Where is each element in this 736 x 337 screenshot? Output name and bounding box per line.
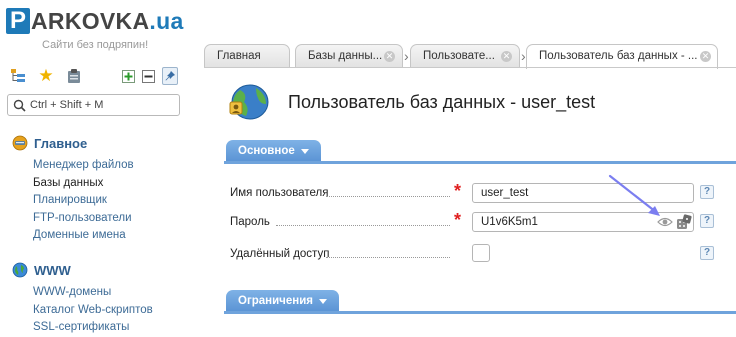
section-divider	[224, 161, 736, 164]
nav-group-main: Главное Менеджер файлов Базы данных План…	[12, 134, 134, 245]
dotted-leader	[326, 196, 450, 197]
section-title: Ограничения	[238, 295, 313, 307]
remote-access-label: Удалённый доступ	[230, 248, 330, 260]
clipboard-icon[interactable]	[66, 68, 82, 84]
form-row-remote-access: Удалённый доступ ?	[230, 244, 724, 264]
page-title: Пользователь баз данных - user_test	[288, 91, 596, 112]
tab-label: Базы данны...	[308, 50, 383, 62]
sidebar-item-www-domains[interactable]: WWW-домены	[33, 284, 153, 302]
tab-label: Пользователь баз данных - ...	[539, 50, 698, 62]
sidebar-item-file-manager[interactable]: Менеджер файлов	[33, 157, 134, 175]
collapse-all-icon[interactable]	[140, 68, 156, 84]
password-label: Пароль	[230, 216, 270, 228]
search-icon	[13, 99, 26, 112]
tab-label: Главная	[217, 50, 261, 62]
sidebar-toolbar: ★	[10, 67, 188, 86]
sidebar-item-databases[interactable]: Базы данных	[33, 175, 134, 193]
tab-bar-divider	[204, 67, 736, 68]
home-group-icon	[12, 135, 28, 151]
tab-bar: Главная Базы данны... ✕ › Пользовате... …	[204, 44, 736, 69]
favorites-star-icon[interactable]: ★	[38, 67, 54, 84]
nav-group-title: WWW	[34, 262, 71, 278]
tree-view-icon[interactable]	[10, 68, 26, 84]
expand-all-icon[interactable]	[120, 68, 136, 84]
nav-group-header-www[interactable]: WWW	[12, 261, 153, 279]
logo-slogan: Сайти без подряпин!	[42, 39, 149, 51]
dotted-leader	[276, 225, 450, 226]
section-toggle-main[interactable]: Основное	[226, 140, 321, 162]
help-icon[interactable]: ?	[700, 185, 714, 199]
search-input[interactable]	[30, 97, 176, 113]
chevron-down-icon	[318, 298, 327, 304]
nav-group-header-main[interactable]: Главное	[12, 134, 134, 152]
main-panel: Главная Базы данны... ✕ › Пользовате... …	[204, 0, 736, 332]
menu-search	[7, 94, 180, 116]
globe-icon	[12, 262, 28, 278]
sidebar-item-web-scripts[interactable]: Каталог Web-скриптов	[33, 302, 153, 320]
help-icon[interactable]: ?	[700, 214, 714, 228]
tab-label: Пользовате...	[423, 50, 495, 62]
logo-tld: ua	[156, 8, 184, 34]
sidebar-item-ftp-users[interactable]: FTP-пользователи	[33, 210, 134, 228]
sidebar: P ARKOVKA.ua Сайти без подряпин! ★ Ctrl …	[0, 0, 204, 333]
section-toggle-limits[interactable]: Ограничения	[226, 290, 339, 312]
sidebar-item-scheduler[interactable]: Планировщик	[33, 192, 134, 210]
required-mark: *	[454, 181, 462, 201]
logo-name-main: ARKOVKA	[31, 8, 150, 34]
nav-list-www: WWW-домены Каталог Web-скриптов SSL-серт…	[33, 284, 153, 337]
sidebar-item-domains[interactable]: Доменные имена	[33, 227, 134, 245]
help-icon[interactable]: ?	[700, 246, 714, 260]
database-user-icon	[229, 84, 269, 120]
annotation-arrow-icon	[608, 174, 660, 216]
nav-group-title: Главное	[34, 135, 88, 151]
chevron-down-icon	[300, 148, 309, 154]
chevron-right-icon: ›	[404, 48, 409, 64]
logo-mark: P	[6, 8, 30, 34]
pin-icon[interactable]	[162, 67, 178, 85]
dotted-leader	[326, 257, 450, 258]
tab-db-user-edit[interactable]: Пользователь баз данных - ... ✕	[526, 44, 718, 69]
nav-group-www: WWW WWW-домены Каталог Web-скриптов SSL-…	[12, 261, 153, 337]
sidebar-item-ssl[interactable]: SSL-сертификаты	[33, 319, 153, 337]
logo[interactable]: P ARKOVKA.ua	[6, 8, 184, 34]
tab-home[interactable]: Главная	[204, 44, 290, 68]
tab-databases[interactable]: Базы данны... ✕	[295, 44, 403, 68]
nav-list-main: Менеджер файлов Базы данных Планировщик …	[33, 157, 134, 245]
remote-access-checkbox[interactable]	[472, 244, 490, 262]
close-icon[interactable]: ✕	[501, 51, 512, 62]
close-icon[interactable]: ✕	[384, 51, 395, 62]
section-divider	[224, 311, 736, 314]
logo-text: ARKOVKA.ua	[31, 8, 184, 34]
chevron-right-icon: ›	[521, 48, 526, 64]
username-label: Имя пользователя	[230, 187, 329, 199]
required-mark: *	[454, 210, 462, 230]
generate-password-icon[interactable]	[676, 214, 692, 230]
tab-db-users[interactable]: Пользовате... ✕	[410, 44, 520, 68]
page-header: Пользователь баз данных - user_test	[226, 82, 595, 122]
close-icon[interactable]: ✕	[700, 51, 711, 62]
section-title: Основное	[238, 145, 295, 157]
